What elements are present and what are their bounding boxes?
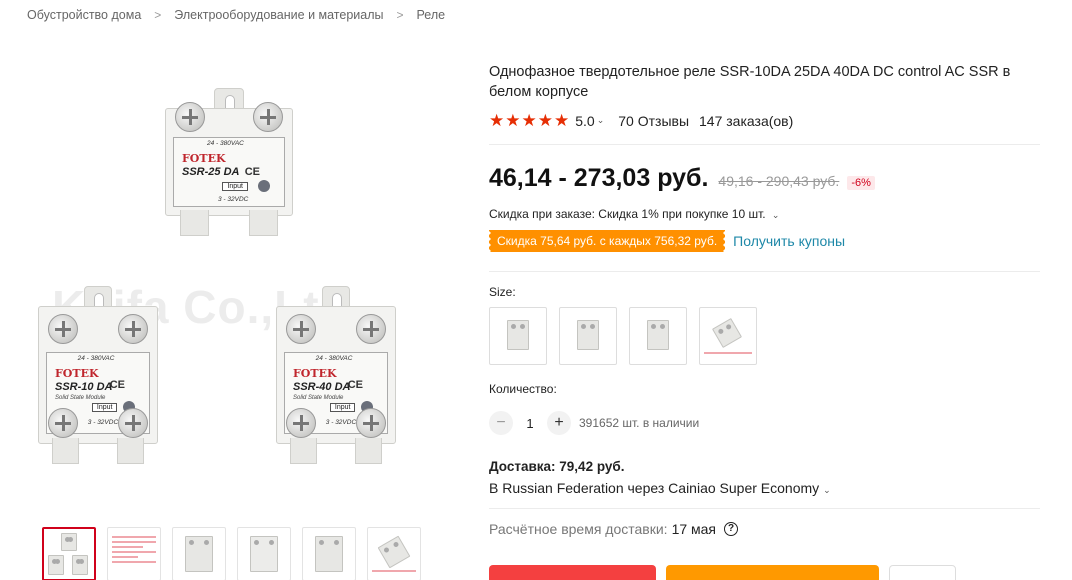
reviews-link[interactable]: 70 Отзывы (618, 113, 689, 129)
star-icon: ★ (505, 111, 521, 130)
breadcrumb-item-relay[interactable]: Реле (417, 8, 446, 22)
add-to-cart-button[interactable] (666, 565, 879, 580)
breadcrumb-item-home[interactable]: Обустройство дома (27, 8, 141, 22)
size-options (489, 307, 757, 365)
order-discount[interactable]: Скидка при заказе: Скидка 1% при покупке… (489, 207, 793, 221)
help-icon[interactable]: ? (724, 522, 739, 536)
eta-date: 17 мая (671, 521, 717, 537)
rating-value[interactable]: 5.0 (575, 113, 594, 129)
quantity-value[interactable]: 1 (513, 416, 547, 431)
thumbnail-3[interactable] (172, 527, 226, 580)
chevron-down-icon: ⌄ (771, 210, 780, 220)
relay-brand: FOTEK (182, 152, 226, 165)
divider (489, 144, 1040, 145)
coupon-tag: Скидка 75,64 руб. с каждых 756,32 руб. (486, 230, 728, 252)
old-price: 49,16 - 290,43 руб. (718, 173, 840, 189)
star-icon: ★ (521, 111, 537, 130)
breadcrumb-separator-icon: > (154, 8, 162, 22)
divider (489, 508, 1040, 509)
relay-image-ssr-10: 24 - 380VAC FOTEK SSR-10 DA Solid State … (38, 280, 158, 470)
buy-now-button[interactable] (489, 565, 656, 580)
price-row: 46,14 - 273,03 руб. 49,16 - 290,43 руб. … (489, 164, 875, 193)
thumbnail-1[interactable] (42, 527, 96, 580)
quantity-decrease-button[interactable]: − (489, 411, 513, 435)
divider (489, 271, 1040, 272)
orders-count: 147 заказа(ов) (699, 112, 794, 129)
thumbnail-2[interactable] (107, 527, 161, 580)
thumbnail-6[interactable] (367, 527, 421, 580)
thumbnail-5[interactable] (302, 527, 356, 580)
quantity-stepper: − 1 + 391652 шт. в наличии (489, 411, 699, 435)
product-title: Однофазное твердотельное реле SSR-10DA 2… (489, 64, 1011, 100)
get-coupons-link[interactable]: Получить купоны (733, 233, 845, 249)
size-option-2[interactable] (559, 307, 617, 365)
relay-image-ssr-25: 24 - 380VAC FOTEK SSR-25 DA CE Input 3 -… (165, 82, 293, 242)
stock-count: 391652 шт. в наличии (579, 416, 700, 430)
star-icon: ★ (489, 111, 505, 130)
quantity-label: Количество: (489, 382, 557, 396)
star-icon: ★ (554, 111, 570, 130)
thumbnail-strip (42, 527, 421, 580)
breadcrumb: Обустройство дома > Электрооборудование … (27, 8, 445, 22)
delivery-method[interactable]: В Russian Federation через Cainiao Super… (489, 480, 845, 496)
rating-stars: ★ ★ ★ ★ ★ (489, 112, 569, 129)
size-option-4[interactable] (699, 307, 757, 365)
breadcrumb-item-electrical[interactable]: Электрооборудование и материалы (174, 8, 383, 22)
relay-model: SSR-25 DA (182, 166, 240, 178)
size-option-1[interactable] (489, 307, 547, 365)
discount-badge: -6% (847, 176, 875, 190)
thumbnail-4[interactable] (237, 527, 291, 580)
star-icon: ★ (537, 111, 553, 130)
relay-image-ssr-40: 24 - 380VAC FOTEK SSR-40 DA Solid State … (276, 280, 396, 470)
coupon-row: Скидка 75,64 руб. с каждых 756,32 руб. П… (486, 230, 845, 252)
size-label: Size: (489, 285, 516, 299)
current-price: 46,14 - 273,03 руб. (489, 164, 709, 192)
delivery-cost: Доставка: 79,42 руб. (489, 459, 625, 474)
quantity-increase-button[interactable]: + (547, 411, 571, 435)
rating-row: ★ ★ ★ ★ ★ 5.0 ⌄ 70 Отзывы 147 заказа(ов) (489, 112, 793, 129)
breadcrumb-separator-icon: > (396, 8, 404, 22)
chevron-down-icon[interactable]: ⌄ (597, 115, 605, 126)
wishlist-button[interactable] (889, 565, 956, 580)
main-product-image[interactable]: Kaifa Co.,Ltd. 24 - 380VAC FOTEK SSR-25 … (30, 60, 460, 480)
chevron-down-icon: ⌄ (823, 485, 831, 495)
delivery-eta: Расчётное время доставки: 17 мая ? (489, 521, 739, 537)
size-option-3[interactable] (629, 307, 687, 365)
